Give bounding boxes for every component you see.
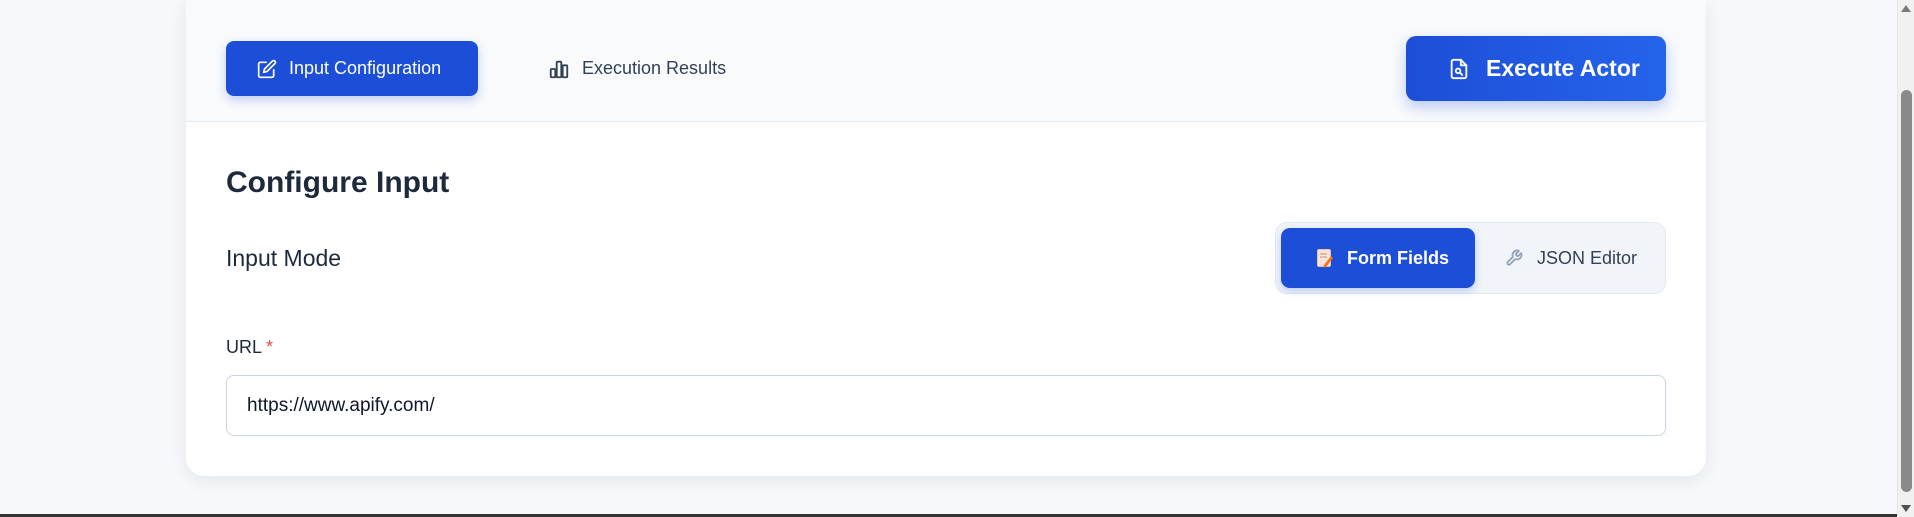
required-marker: *	[266, 337, 274, 357]
edit-icon	[257, 59, 277, 79]
url-input[interactable]	[226, 375, 1666, 436]
wrench-icon	[1505, 249, 1523, 267]
tab-input-configuration[interactable]: Input Configuration	[226, 41, 478, 96]
url-field-label: URL *	[226, 337, 273, 358]
memo-icon	[1317, 248, 1333, 268]
execute-actor-label: Execute Actor	[1486, 55, 1640, 81]
scrollbar-thumb[interactable]	[1901, 90, 1912, 492]
tab-execution-results-label: Execution Results	[582, 58, 727, 78]
scroll-down-arrow-icon[interactable]	[1901, 505, 1911, 512]
execute-actor-button[interactable]: Execute Actor	[1406, 36, 1666, 101]
form-fields-button[interactable]: Form Fields	[1281, 228, 1475, 288]
input-mode-label: Input Mode	[226, 245, 342, 271]
scroll-up-arrow-icon[interactable]	[1901, 5, 1911, 12]
document-search-icon	[1448, 58, 1470, 80]
section-title: Configure Input	[226, 166, 450, 199]
panel-header: Input Configuration Execution Results Ex…	[186, 0, 1706, 122]
input-mode-toggle: Form Fields JSON Editor	[1275, 222, 1666, 294]
tab-input-configuration-label: Input Configuration	[289, 58, 442, 78]
tab-execution-results[interactable]: Execution Results	[548, 41, 748, 96]
json-editor-button[interactable]: JSON Editor	[1475, 228, 1661, 288]
form-fields-label: Form Fields	[1347, 247, 1450, 268]
actor-panel: Input Configuration Execution Results Ex…	[186, 0, 1706, 476]
url-label-text: URL	[226, 337, 263, 357]
vertical-scrollbar[interactable]	[1897, 0, 1914, 517]
bar-chart-icon	[548, 58, 570, 80]
json-editor-label: JSON Editor	[1537, 247, 1638, 268]
page: Input Configuration Execution Results Ex…	[0, 0, 1914, 517]
